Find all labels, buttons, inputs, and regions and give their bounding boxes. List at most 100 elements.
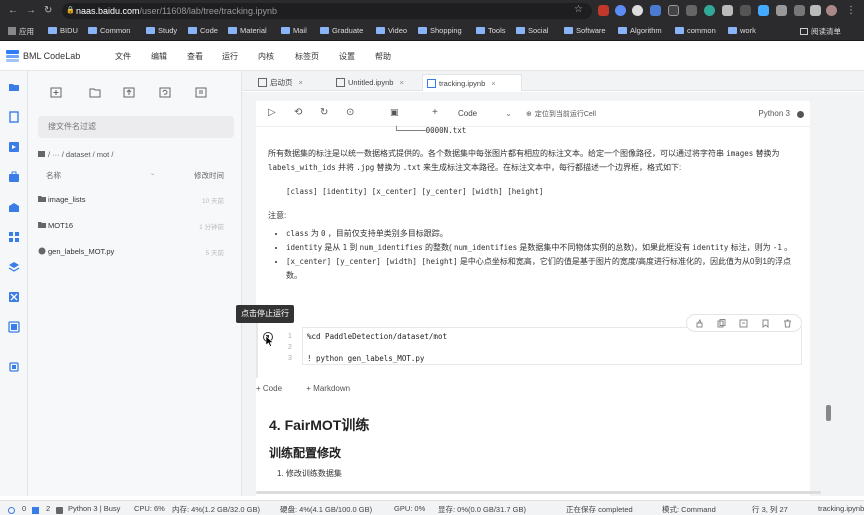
apps-bookmark[interactable]: 应用 <box>8 26 34 37</box>
file-filter-input[interactable] <box>38 116 234 138</box>
extension-icon[interactable] <box>776 5 787 16</box>
export-icon[interactable] <box>739 319 748 328</box>
menu-edit[interactable]: 编辑 <box>151 51 167 62</box>
bookmark-folder[interactable]: Study <box>146 26 177 35</box>
menu-kernel[interactable]: 内核 <box>258 51 274 62</box>
menu-tabs[interactable]: 标签页 <box>295 51 319 62</box>
refresh-icon[interactable] <box>159 87 171 98</box>
run-icon[interactable]: ▷ <box>268 107 276 118</box>
copy-icon[interactable] <box>717 319 726 328</box>
bookmark-folder[interactable]: Shopping <box>418 26 462 35</box>
bookmark-folder[interactable]: Mail <box>281 26 307 35</box>
extension-icon[interactable] <box>794 5 805 16</box>
cell-type-select[interactable]: Code ⌄ <box>458 109 512 118</box>
puzzle-icon[interactable] <box>810 5 821 16</box>
git-icon[interactable] <box>195 87 207 98</box>
stop-icon[interactable]: ⊙ <box>346 107 354 118</box>
tab-launcher[interactable]: 启动页 × <box>254 74 303 91</box>
column-name[interactable]: 名称 <box>46 170 61 181</box>
kernel-status[interactable]: Python 3 | Busy <box>68 504 120 513</box>
extension-icon[interactable] <box>650 5 661 16</box>
menu-help[interactable]: 帮助 <box>375 51 391 62</box>
document-icon[interactable] <box>8 111 20 123</box>
extension-icon[interactable] <box>758 5 769 16</box>
extension-icon[interactable] <box>668 5 679 16</box>
tab-untitled[interactable]: Untitled.ipynb × <box>332 74 404 91</box>
extension-icon[interactable] <box>615 5 626 16</box>
tools-icon[interactable] <box>8 291 20 303</box>
bookmark-folder[interactable]: Algorithm <box>618 26 662 35</box>
markdown-cell[interactable]: └──────0000N.txt 所有数据集的标注是以统一数据格式提供的。各个数… <box>268 126 804 283</box>
bookmark-star-icon[interactable]: ☆ <box>574 4 583 15</box>
cell-action-bar <box>686 314 802 332</box>
address-bar[interactable]: 🔒 naas.baidu.com/user/11608/lab/tree/tra… <box>62 3 592 19</box>
layout-icon[interactable] <box>8 321 20 333</box>
horizontal-scrollbar[interactable] <box>256 491 821 494</box>
layers-icon[interactable] <box>8 261 20 273</box>
grid-icon[interactable] <box>8 231 20 243</box>
close-icon[interactable]: × <box>491 79 495 88</box>
menu-view[interactable]: 查看 <box>187 51 203 62</box>
folder-icon[interactable] <box>8 81 20 93</box>
delete-icon[interactable] <box>783 319 792 328</box>
avatar[interactable] <box>826 5 837 16</box>
menu-file[interactable]: 文件 <box>115 51 131 62</box>
file-row[interactable]: image_lists 10 天前 <box>38 192 234 208</box>
bookmark-folder[interactable]: common <box>675 26 716 35</box>
extension-icon[interactable] <box>740 5 751 16</box>
running-icon[interactable] <box>8 141 20 153</box>
restart-run-icon[interactable]: ⟲ <box>294 107 302 118</box>
bookmark-folder[interactable]: Code <box>188 26 218 35</box>
extension-icon[interactable] <box>686 5 697 16</box>
tooltip: 点击停止运行 <box>236 305 294 323</box>
bookmark-folder[interactable]: Software <box>564 26 606 35</box>
bookmark-folder[interactable]: Common <box>88 26 130 35</box>
bookmark-folder[interactable]: Video <box>376 26 407 35</box>
mail-icon[interactable] <box>8 201 20 213</box>
bookmark-folder[interactable]: Social <box>516 26 548 35</box>
reload-icon[interactable]: ↻ <box>44 5 52 16</box>
file-row[interactable]: MOT16 1 分钟前 <box>38 218 234 234</box>
bookmark-folder[interactable]: Tools <box>476 26 506 35</box>
add-cell-icon[interactable]: + <box>432 107 438 118</box>
folder-icon <box>48 27 57 34</box>
locate-running-cell[interactable]: ⊕ 定位到当前运行Cell <box>526 109 596 119</box>
refresh-icon[interactable]: ↻ <box>320 107 328 118</box>
new-launcher-icon[interactable] <box>50 87 62 98</box>
bookmark-folder[interactable]: work <box>728 26 756 35</box>
save-icon[interactable]: ▣ <box>390 107 399 118</box>
add-code-button[interactable]: + Code <box>256 384 282 393</box>
column-modified[interactable]: 修改时间 <box>194 170 224 181</box>
menu-settings[interactable]: 设置 <box>339 51 355 62</box>
vertical-scrollbar[interactable] <box>826 405 831 421</box>
menu-run[interactable]: 运行 <box>222 51 238 62</box>
upvote-icon[interactable] <box>695 319 704 328</box>
toolbox-icon[interactable] <box>8 171 20 183</box>
bookmark-folder[interactable]: Material <box>228 26 267 35</box>
line-number: 1 <box>288 333 292 340</box>
url-path: /user/11608/lab/tree/tracking.ipynb <box>139 6 277 16</box>
close-icon[interactable]: × <box>399 78 403 87</box>
kernel-name[interactable]: Python 3 <box>758 109 790 118</box>
more-icon[interactable]: ⋮ <box>846 5 856 16</box>
new-folder-icon[interactable] <box>89 87 101 98</box>
tab-tracking[interactable]: tracking.ipynb × <box>422 74 522 91</box>
bookmark-folder[interactable]: Graduate <box>320 26 363 35</box>
bookmark-icon[interactable] <box>761 319 770 328</box>
chevron-down-icon[interactable]: ⌄ <box>150 170 155 177</box>
app-header: BML CodeLab 文件 编辑 查看 运行 内核 标签页 设置 帮助 <box>0 41 864 71</box>
upload-icon[interactable] <box>123 87 135 98</box>
bookmark-folder[interactable]: BIDU <box>48 26 78 35</box>
breadcrumb[interactable]: / ··· / dataset / mot / <box>38 150 113 159</box>
extension-icon[interactable] <box>704 5 715 16</box>
forward-icon[interactable]: → <box>26 5 36 16</box>
extension-icon[interactable] <box>722 5 733 16</box>
close-icon[interactable]: × <box>299 78 303 87</box>
chip-icon[interactable] <box>8 361 20 373</box>
file-row[interactable]: gen_labels_MOT.py 5 天前 <box>38 244 234 260</box>
reading-list[interactable]: 阅读清单 <box>800 26 841 37</box>
back-icon[interactable]: ← <box>8 5 18 16</box>
extension-icon[interactable] <box>598 5 609 16</box>
extension-icon[interactable] <box>632 5 643 16</box>
add-markdown-button[interactable]: + Markdown <box>306 384 350 393</box>
